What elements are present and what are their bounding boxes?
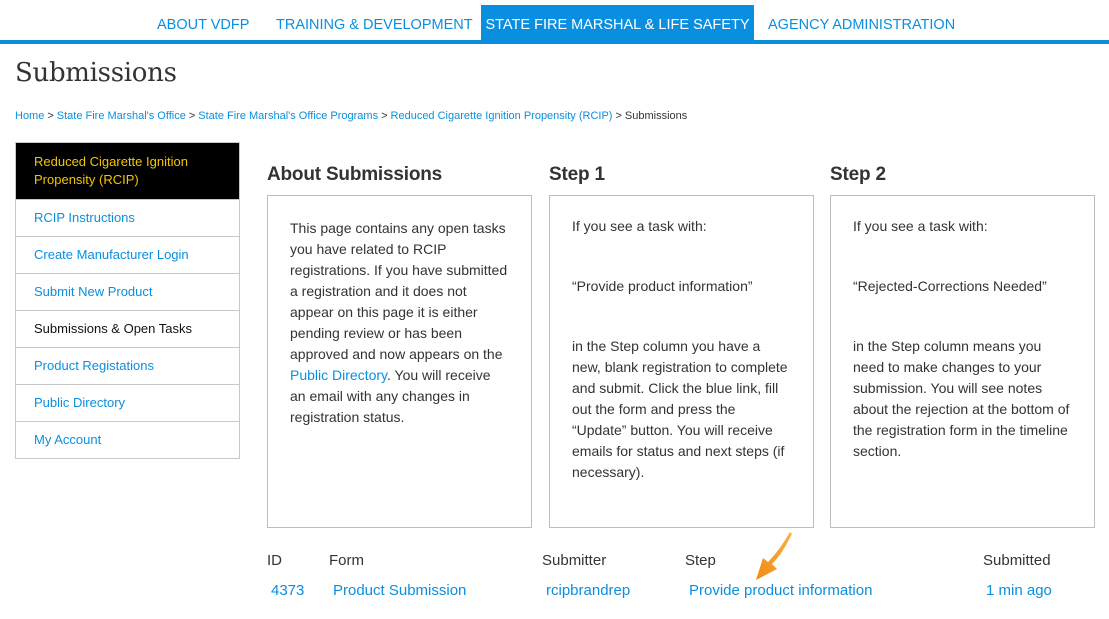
step2-heading: Step 2 — [830, 164, 886, 185]
nav-state-fire-marshal[interactable]: STATE FIRE MARSHAL & LIFE SAFETY — [481, 5, 754, 42]
sidebar-header: Reduced Cigarette Ignition Propensity (R… — [16, 143, 239, 199]
about-submissions-box: This page contains any open tasks you ha… — [267, 195, 532, 528]
breadcrumb-current: Submissions — [624, 110, 688, 122]
nav-training-development[interactable]: TRAINING & DEVELOPMENT — [276, 5, 473, 40]
sidebar-item-submissions-open-tasks[interactable]: Submissions & Open Tasks — [16, 310, 239, 347]
step2-body: in the Step column means you need to mak… — [853, 338, 1070, 459]
sidebar-item-submit-new-product[interactable]: Submit New Product — [16, 273, 239, 310]
sidebar-item-rcip-instructions[interactable]: RCIP Instructions — [16, 199, 239, 236]
column-header-step: Step — [685, 552, 716, 569]
column-header-submitted: Submitted — [983, 552, 1051, 569]
task-submitted-link[interactable]: 1 min ago — [986, 582, 1052, 599]
task-step-link[interactable]: Provide product information — [689, 582, 872, 599]
column-header-form: Form — [329, 552, 364, 569]
task-id-link[interactable]: 4373 — [271, 582, 304, 599]
breadcrumb-separator: > — [188, 110, 196, 122]
breadcrumb-rcip[interactable]: Reduced Cigarette Ignition Propensity (R… — [391, 110, 613, 122]
about-text-before: This page contains any open tasks you ha… — [290, 220, 508, 362]
step1-box: If you see a task with: “Provide product… — [549, 195, 814, 528]
breadcrumb-home[interactable]: Home — [15, 110, 44, 122]
breadcrumb-separator: > — [615, 110, 622, 122]
breadcrumb-separator: > — [47, 110, 54, 122]
sidebar-item-product-registrations[interactable]: Product Registations — [16, 347, 239, 384]
breadcrumb-sfm-programs[interactable]: State Fire Marshal's Office Programs — [198, 110, 378, 122]
step2-quote: “Rejected-Corrections Needed” — [853, 278, 1047, 294]
arrow-pointer-icon — [756, 532, 792, 580]
sidebar-item-public-directory[interactable]: Public Directory — [16, 384, 239, 421]
step1-intro: If you see a task with: — [572, 218, 707, 234]
sidebar-item-create-manufacturer-login[interactable]: Create Manufacturer Login — [16, 236, 239, 273]
sidebar: Reduced Cigarette Ignition Propensity (R… — [15, 142, 240, 459]
step1-heading: Step 1 — [549, 164, 605, 185]
top-navigation: ABOUT VDFP TRAINING & DEVELOPMENT STATE … — [0, 0, 1109, 44]
about-submissions-heading: About Submissions — [267, 164, 442, 185]
task-form-link[interactable]: Product Submission — [333, 582, 466, 599]
step1-quote: “Provide product information” — [572, 278, 753, 294]
step2-box: If you see a task with: “Rejected-Correc… — [830, 195, 1095, 528]
step2-intro: If you see a task with: — [853, 218, 988, 234]
task-submitter-link[interactable]: rcipbrandrep — [546, 582, 630, 599]
breadcrumb-separator: > — [381, 110, 388, 122]
nav-about-vdfp[interactable]: ABOUT VDFP — [157, 5, 249, 40]
breadcrumb: Home > State Fire Marshal's Office > State F… — [15, 110, 687, 122]
breadcrumb-sfm-office[interactable]: State Fire Marshal's Office — [57, 110, 186, 122]
about-submissions-text: This page contains any open tasks you ha… — [290, 218, 509, 428]
nav-agency-administration[interactable]: AGENCY ADMINISTRATION — [768, 5, 955, 40]
public-directory-link[interactable]: Public Directory — [290, 367, 387, 383]
column-header-submitter: Submitter — [542, 552, 607, 569]
column-header-id: ID — [267, 552, 282, 569]
sidebar-item-my-account[interactable]: My Account — [16, 421, 239, 458]
step1-body: in the Step column you have a new, blank… — [572, 338, 788, 480]
page-title: Submissions — [15, 58, 177, 88]
